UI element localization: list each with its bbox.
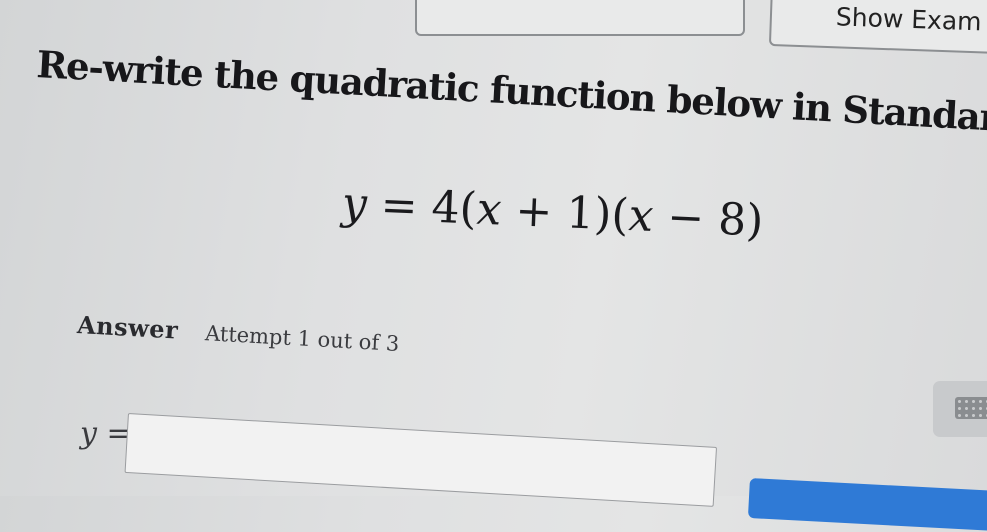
answer-label: Answer — [76, 310, 179, 345]
equation-lhs-variable: y — [340, 178, 368, 230]
show-example-button[interactable]: Show Exam — [768, 0, 987, 55]
equation-factor2-rest: − 8) — [652, 191, 765, 247]
equation-factor1-rest: + 1) — [500, 184, 613, 241]
answer-input[interactable] — [124, 413, 718, 507]
equation-factor1-open: ( — [458, 182, 478, 235]
equation-equals: = — [379, 179, 419, 233]
quadratic-equation: y = 4(x + 1)(x − 8) — [341, 178, 765, 247]
question-prompt: Re-write the quadratic function below in… — [35, 42, 987, 148]
top-toolbar-button[interactable] — [415, 0, 745, 36]
math-keypad-button[interactable] — [933, 381, 987, 437]
answer-lhs-variable: y — [80, 416, 97, 451]
submit-answer-button[interactable] — [747, 478, 987, 532]
answer-lhs: y = — [80, 416, 132, 451]
show-example-label: Show Exam — [835, 2, 983, 37]
equation-factor1-variable: x — [475, 183, 503, 236]
equation-coefficient: 4 — [430, 181, 461, 234]
equation-factor2-open: ( — [610, 189, 630, 241]
answer-header: Answer Attempt 1 out of 3 — [76, 310, 400, 357]
attempt-counter: Attempt 1 out of 3 — [204, 321, 400, 356]
keyboard-icon — [955, 397, 987, 419]
equation-factor2-variable: x — [627, 190, 655, 243]
